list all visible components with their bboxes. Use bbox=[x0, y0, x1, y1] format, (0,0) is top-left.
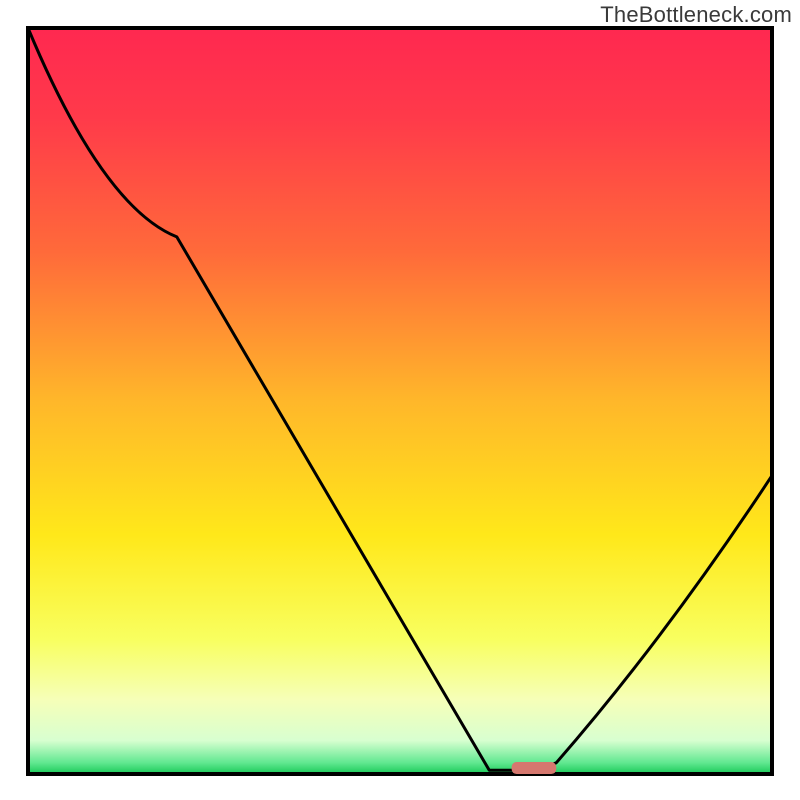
plot-background bbox=[28, 28, 772, 774]
bottleneck-chart: TheBottleneck.com bbox=[0, 0, 800, 800]
chart-svg bbox=[0, 0, 800, 800]
highlight-marker bbox=[512, 762, 557, 774]
watermark-text: TheBottleneck.com bbox=[600, 2, 792, 28]
